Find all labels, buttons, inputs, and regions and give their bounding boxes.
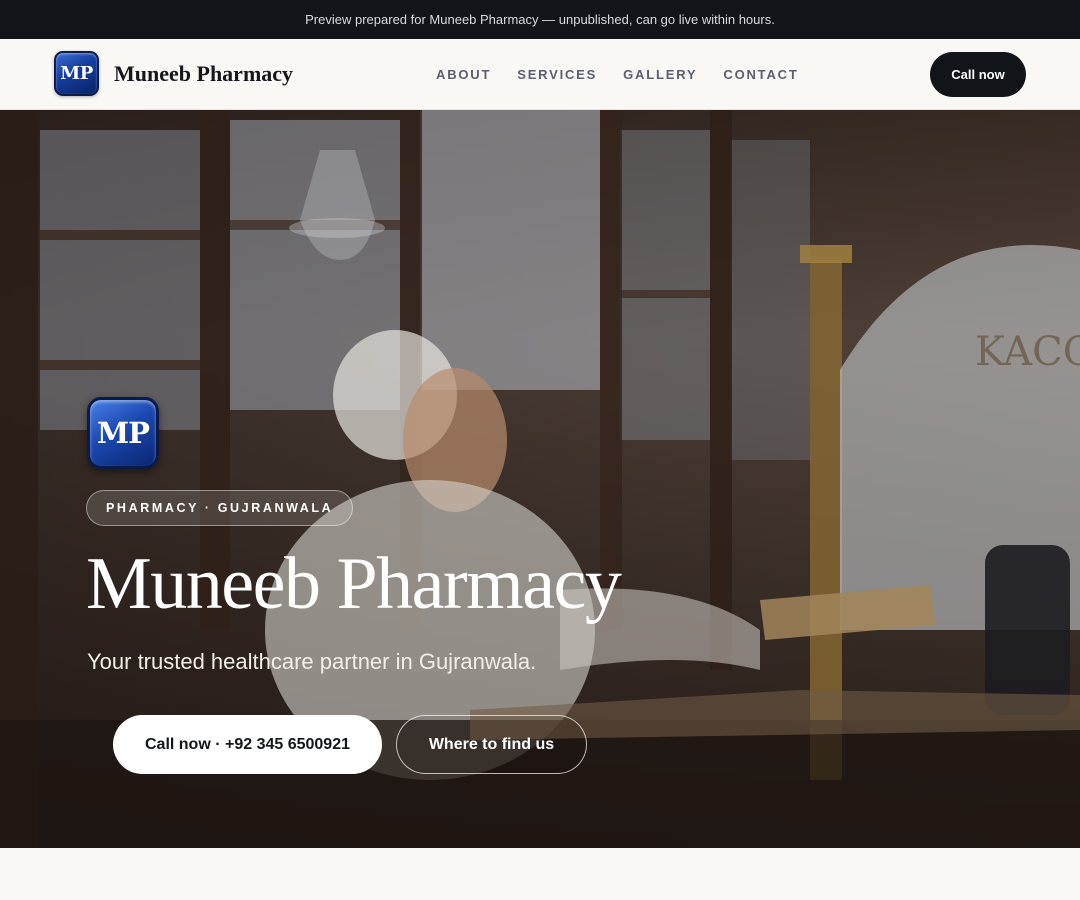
header-call-button[interactable]: Call now xyxy=(930,52,1026,97)
hero-logo-icon: MP xyxy=(87,397,159,469)
nav-link-services[interactable]: SERVICES xyxy=(517,67,597,82)
site-header: MP Muneeb Pharmacy ABOUT SERVICES GALLER… xyxy=(0,39,1080,110)
kassa-sign: KACCA xyxy=(975,329,1080,375)
find-us-button[interactable]: Where to find us xyxy=(396,715,587,774)
location-badge: PHARMACY · GUJRANWALA xyxy=(86,490,354,526)
brand-logo-icon: MP xyxy=(54,51,99,96)
hero-title: Muneeb Pharmacy xyxy=(86,543,622,625)
brand-name: Muneeb Pharmacy xyxy=(114,60,294,86)
brand-link[interactable]: MP Muneeb Pharmacy xyxy=(54,51,293,96)
hero-subtitle: Your trusted healthcare partner in Gujra… xyxy=(87,649,537,674)
call-now-phone-button[interactable]: Call now · +92 345 6500921 xyxy=(113,715,382,774)
main-navigation: ABOUT SERVICES GALLERY CONTACT xyxy=(436,39,799,109)
preview-banner-text: Preview prepared for Muneeb Pharmacy — u… xyxy=(305,12,775,27)
next-section xyxy=(0,848,1080,900)
nav-link-about[interactable]: ABOUT xyxy=(436,67,491,82)
nav-link-gallery[interactable]: GALLERY xyxy=(623,67,697,82)
hero-section: KACCA MP PHARMACY · GUJRANWALA Muneeb Ph… xyxy=(0,110,1080,848)
nav-link-contact[interactable]: CONTACT xyxy=(723,67,798,82)
preview-banner: Preview prepared for Muneeb Pharmacy — u… xyxy=(0,0,1080,39)
